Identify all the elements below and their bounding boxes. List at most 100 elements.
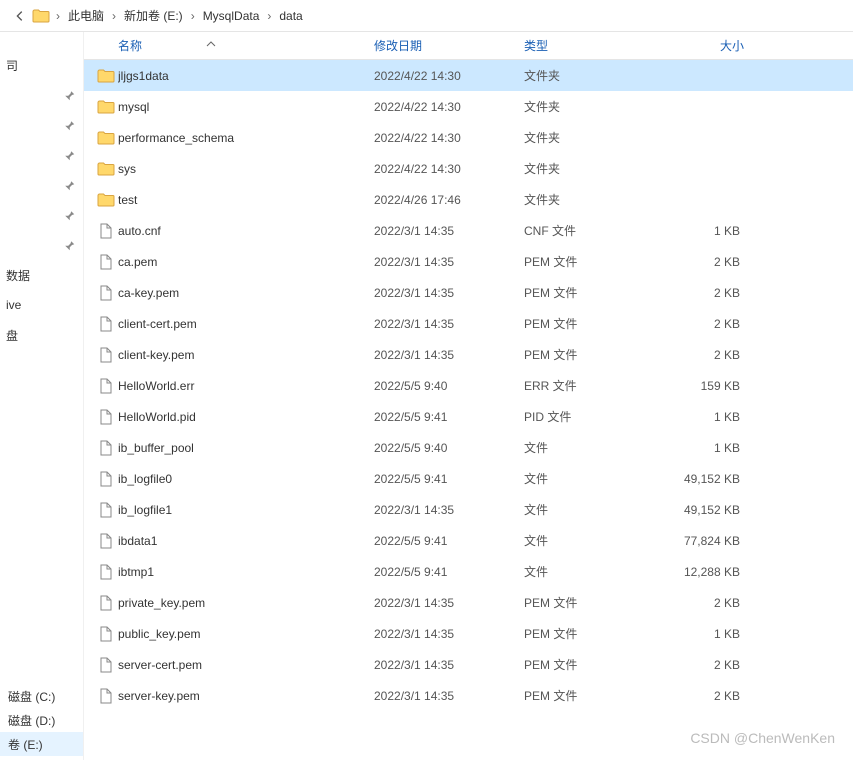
file-row[interactable]: ib_logfile12022/3/1 14:35文件49,152 KB xyxy=(84,494,853,525)
file-name: ib_logfile0 xyxy=(118,472,374,486)
folder-icon xyxy=(94,193,118,207)
quick-access-item[interactable]: 司 xyxy=(0,50,83,80)
quick-access-item[interactable] xyxy=(0,80,83,110)
file-row[interactable]: auto.cnf2022/3/1 14:35CNF 文件1 KB xyxy=(84,215,853,246)
breadcrumb-item[interactable]: 此电脑 xyxy=(64,5,108,26)
file-row[interactable]: test2022/4/26 17:46文件夹 xyxy=(84,184,853,215)
file-size: 2 KB xyxy=(664,658,744,672)
quick-access-item[interactable]: ive xyxy=(0,290,83,320)
sort-indicator-icon xyxy=(206,41,216,47)
folder-icon xyxy=(94,100,118,114)
file-list-pane: 名称 修改日期 类型 大小 jljgs1data2022/4/22 14:30文… xyxy=(84,32,853,760)
drive-item[interactable]: 磁盘 (C:) xyxy=(0,684,83,708)
file-date: 2022/5/5 9:41 xyxy=(374,565,524,579)
file-type: PEM 文件 xyxy=(524,594,664,611)
file-icon xyxy=(94,378,118,394)
file-date: 2022/5/5 9:41 xyxy=(374,472,524,486)
quick-access-label: ive xyxy=(0,298,75,312)
file-date: 2022/5/5 9:40 xyxy=(374,379,524,393)
file-type: PID 文件 xyxy=(524,408,664,425)
file-date: 2022/3/1 14:35 xyxy=(374,627,524,641)
file-row[interactable]: performance_schema2022/4/22 14:30文件夹 xyxy=(84,122,853,153)
quick-access-item[interactable] xyxy=(0,110,83,140)
file-type: 文件 xyxy=(524,470,664,487)
file-name: jljgs1data xyxy=(118,69,374,83)
file-row[interactable]: ibtmp12022/5/5 9:41文件12,288 KB xyxy=(84,556,853,587)
file-row[interactable]: sys2022/4/22 14:30文件夹 xyxy=(84,153,853,184)
quick-access-item[interactable] xyxy=(0,170,83,200)
quick-access-item[interactable] xyxy=(0,230,83,260)
drive-item[interactable]: 卷 (E:) xyxy=(0,732,83,756)
file-row[interactable]: ibdata12022/5/5 9:41文件77,824 KB xyxy=(84,525,853,556)
pin-icon xyxy=(63,119,75,131)
quick-access-label: 司 xyxy=(0,57,75,74)
column-date[interactable]: 修改日期 xyxy=(374,37,524,54)
file-icon xyxy=(94,657,118,673)
drive-item[interactable]: 磁盘 (D:) xyxy=(0,708,83,732)
file-icon xyxy=(94,347,118,363)
column-size[interactable]: 大小 xyxy=(664,37,744,54)
file-name: client-cert.pem xyxy=(118,317,374,331)
file-date: 2022/4/26 17:46 xyxy=(374,193,524,207)
file-row[interactable]: HelloWorld.err2022/5/5 9:40ERR 文件159 KB xyxy=(84,370,853,401)
file-row[interactable]: server-cert.pem2022/3/1 14:35PEM 文件2 KB xyxy=(84,649,853,680)
file-name: auto.cnf xyxy=(118,224,374,238)
file-type: PEM 文件 xyxy=(524,346,664,363)
file-icon xyxy=(94,285,118,301)
file-type: PEM 文件 xyxy=(524,687,664,704)
file-date: 2022/5/5 9:41 xyxy=(374,410,524,424)
file-row[interactable]: server-key.pem2022/3/1 14:35PEM 文件2 KB xyxy=(84,680,853,711)
file-date: 2022/3/1 14:35 xyxy=(374,255,524,269)
folder-icon xyxy=(32,9,50,23)
quick-access-item[interactable]: 盘 xyxy=(0,320,83,350)
column-type[interactable]: 类型 xyxy=(524,37,664,54)
breadcrumb-item[interactable]: data xyxy=(275,7,306,25)
quick-access-item[interactable] xyxy=(0,200,83,230)
breadcrumb-separator-icon: › xyxy=(267,9,271,23)
file-size: 159 KB xyxy=(664,379,744,393)
file-icon xyxy=(94,471,118,487)
file-size: 2 KB xyxy=(664,317,744,331)
file-date: 2022/3/1 14:35 xyxy=(374,658,524,672)
breadcrumb-item[interactable]: MysqlData xyxy=(199,7,264,25)
file-date: 2022/3/1 14:35 xyxy=(374,317,524,331)
back-button[interactable] xyxy=(8,4,32,28)
file-type: PEM 文件 xyxy=(524,253,664,270)
file-row[interactable]: ib_buffer_pool2022/5/5 9:40文件1 KB xyxy=(84,432,853,463)
file-icon xyxy=(94,409,118,425)
column-type-label: 类型 xyxy=(524,39,548,53)
column-name[interactable]: 名称 xyxy=(118,37,374,54)
file-row[interactable]: client-key.pem2022/3/1 14:35PEM 文件2 KB xyxy=(84,339,853,370)
file-name: mysql xyxy=(118,100,374,114)
file-type: PEM 文件 xyxy=(524,315,664,332)
file-row[interactable]: ib_logfile02022/5/5 9:41文件49,152 KB xyxy=(84,463,853,494)
file-size: 2 KB xyxy=(664,689,744,703)
file-row[interactable]: private_key.pem2022/3/1 14:35PEM 文件2 KB xyxy=(84,587,853,618)
column-name-label: 名称 xyxy=(118,39,142,53)
file-date: 2022/3/1 14:35 xyxy=(374,348,524,362)
breadcrumb-item[interactable]: 新加卷 (E:) xyxy=(120,5,187,26)
file-name: server-key.pem xyxy=(118,689,374,703)
file-date: 2022/3/1 14:35 xyxy=(374,224,524,238)
file-size: 49,152 KB xyxy=(664,503,744,517)
quick-access-item[interactable]: 数据 xyxy=(0,260,83,290)
file-row[interactable]: client-cert.pem2022/3/1 14:35PEM 文件2 KB xyxy=(84,308,853,339)
file-row[interactable]: mysql2022/4/22 14:30文件夹 xyxy=(84,91,853,122)
file-row[interactable]: ca-key.pem2022/3/1 14:35PEM 文件2 KB xyxy=(84,277,853,308)
file-name: ca-key.pem xyxy=(118,286,374,300)
file-row[interactable]: public_key.pem2022/3/1 14:35PEM 文件1 KB xyxy=(84,618,853,649)
file-size: 2 KB xyxy=(664,286,744,300)
file-size: 1 KB xyxy=(664,441,744,455)
breadcrumb-separator-icon: › xyxy=(191,9,195,23)
file-row[interactable]: ca.pem2022/3/1 14:35PEM 文件2 KB xyxy=(84,246,853,277)
file-icon xyxy=(94,688,118,704)
file-row[interactable]: HelloWorld.pid2022/5/5 9:41PID 文件1 KB xyxy=(84,401,853,432)
file-size: 1 KB xyxy=(664,224,744,238)
file-row[interactable]: jljgs1data2022/4/22 14:30文件夹 xyxy=(84,60,853,91)
quick-access-item[interactable] xyxy=(0,140,83,170)
file-size: 12,288 KB xyxy=(664,565,744,579)
address-bar: ›此电脑›新加卷 (E:)›MysqlData›data xyxy=(0,0,853,32)
file-size: 1 KB xyxy=(664,410,744,424)
file-rows: jljgs1data2022/4/22 14:30文件夹mysql2022/4/… xyxy=(84,60,853,760)
file-type: ERR 文件 xyxy=(524,377,664,394)
